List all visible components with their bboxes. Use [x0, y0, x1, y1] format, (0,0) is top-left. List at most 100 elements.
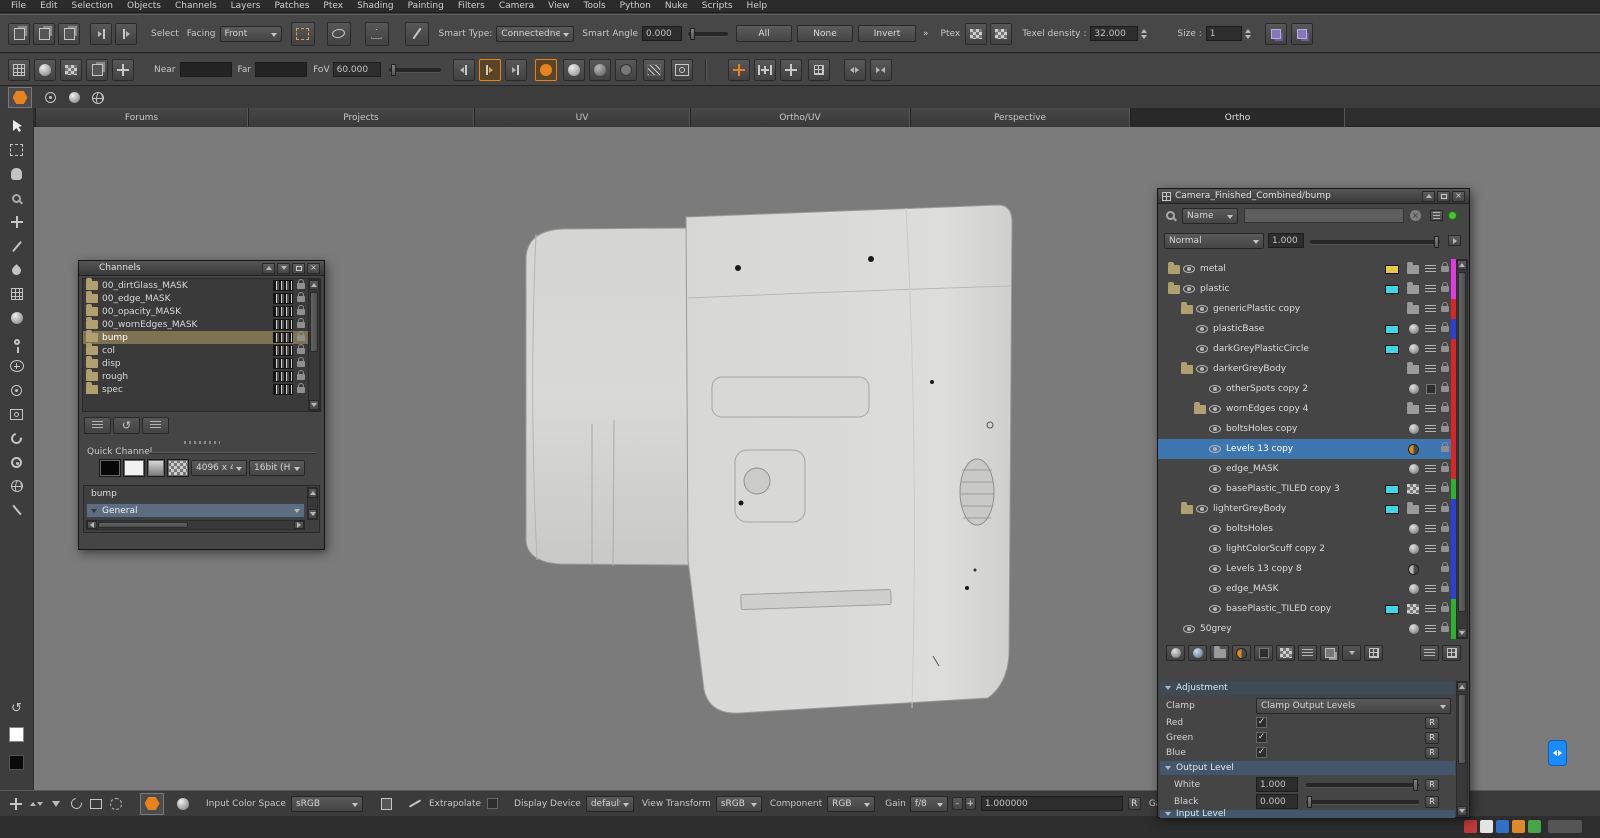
flatten-icon[interactable]: [1342, 645, 1361, 661]
layers-panel-titlebar[interactable]: Camera_Finished_Combined/bump ×: [1158, 189, 1469, 204]
environment-globe-icon[interactable]: [86, 86, 110, 110]
select-all-button[interactable]: All: [736, 25, 792, 42]
menu-channels[interactable]: Channels: [168, 1, 224, 11]
masking-hatch-icon[interactable]: [642, 58, 665, 81]
facing-dropdown[interactable]: Front: [219, 25, 282, 42]
layer-row[interactable]: lighterGreyBody: [1158, 499, 1457, 519]
layer-color-swatch[interactable]: [1385, 504, 1399, 514]
paste-uv-icon[interactable]: [1290, 22, 1313, 45]
pages-icon[interactable]: [86, 58, 108, 81]
layer-row[interactable]: otherSpots copy 2: [1158, 379, 1457, 399]
uv-view-icon[interactable]: [8, 58, 30, 81]
layer-visibility-icon[interactable]: [1209, 585, 1221, 593]
slice-tool-icon[interactable]: [0, 234, 34, 258]
grid-view-icon[interactable]: [1442, 645, 1461, 661]
near-field[interactable]: [179, 62, 232, 77]
group-folder-icon[interactable]: [1168, 261, 1180, 274]
list-icon[interactable]: [1425, 424, 1436, 434]
checker-pattern-swatch[interactable]: [167, 459, 189, 477]
layer-visibility-icon[interactable]: [1183, 625, 1195, 633]
layer-visibility-icon[interactable]: [1209, 565, 1221, 573]
pin-tool-icon[interactable]: [0, 330, 34, 354]
page-icon[interactable]: [377, 792, 397, 816]
add-group-icon[interactable]: [1210, 645, 1229, 661]
channel-row[interactable]: spec: [83, 382, 308, 396]
active-project-icon[interactable]: [8, 87, 32, 108]
clone-stamp-icon[interactable]: [670, 58, 693, 81]
menu-tools[interactable]: Tools: [577, 1, 613, 11]
channel-row[interactable]: disp: [83, 356, 308, 370]
view-transform-dropdown[interactable]: sRGB: [715, 795, 762, 812]
white-color-swatch[interactable]: [123, 459, 145, 477]
layer-visibility-icon[interactable]: [1209, 405, 1221, 413]
add-procedural-layer-icon[interactable]: [1188, 645, 1207, 661]
white-field[interactable]: 1.000: [1256, 777, 1298, 792]
list-icon[interactable]: [1425, 524, 1436, 534]
menu-edit[interactable]: Edit: [33, 1, 64, 11]
lock-icon[interactable]: [1441, 282, 1449, 292]
group-folder-icon[interactable]: [1181, 361, 1193, 374]
list-icon[interactable]: [1425, 504, 1436, 514]
list-icon[interactable]: [1425, 304, 1436, 314]
tray-app-icon[interactable]: [1528, 820, 1541, 833]
merge-layers-icon[interactable]: [1298, 645, 1317, 661]
resolution-dropdown[interactable]: 4096 x 40: [191, 460, 247, 476]
channel-row[interactable]: 00_dirtGlass_MASK: [83, 278, 308, 292]
layer-row-selected[interactable]: Levels 13 copy: [1158, 439, 1457, 459]
layer-row[interactable]: plasticBase: [1158, 319, 1457, 339]
layer-color-swatch[interactable]: [1385, 264, 1399, 274]
channels-panel-titlebar[interactable]: Channels ×: [79, 261, 324, 276]
duplicate-layer-icon[interactable]: [1320, 645, 1339, 661]
list-icon[interactable]: [1425, 584, 1436, 594]
clear-search-icon[interactable]: ×: [1410, 210, 1421, 221]
red-checkbox[interactable]: ✓: [1256, 717, 1267, 728]
layer-visibility-icon[interactable]: [1209, 485, 1221, 493]
mirror-off-icon[interactable]: [478, 58, 501, 81]
spiral-tool-icon[interactable]: [0, 426, 34, 450]
channel-row[interactable]: rough: [83, 369, 308, 383]
gain-reset-button[interactable]: R: [1127, 797, 1141, 810]
layer-row[interactable]: edge_MASK: [1158, 579, 1457, 599]
add-point-tool-icon[interactable]: [0, 354, 34, 378]
eyedropper-tool-icon[interactable]: [0, 498, 34, 522]
zoom-region-tool-icon[interactable]: [0, 402, 34, 426]
size-field[interactable]: 1: [1205, 26, 1242, 41]
lock-icon[interactable]: [1441, 402, 1449, 412]
adjustment-section-header[interactable]: Adjustment: [1160, 681, 1455, 695]
pan-view-icon[interactable]: [26, 792, 46, 816]
symmetry-center-icon[interactable]: [727, 58, 750, 81]
list-icon[interactable]: [1425, 344, 1436, 354]
panel-close-icon[interactable]: ×: [307, 262, 320, 274]
group-folder-icon[interactable]: [1181, 301, 1193, 314]
red-reset-button[interactable]: R: [1425, 716, 1439, 729]
sphere-tool-icon[interactable]: [0, 306, 34, 330]
curve-icon[interactable]: [405, 792, 425, 816]
layer-visibility-icon[interactable]: [1209, 465, 1221, 473]
list-icon[interactable]: [1425, 604, 1436, 614]
layer-visibility-icon[interactable]: [1196, 325, 1208, 333]
layer-row[interactable]: darkerGreyBody: [1158, 359, 1457, 379]
marquee-select-icon[interactable]: [290, 21, 315, 46]
add-channel-icon[interactable]: [84, 417, 111, 434]
output-level-header[interactable]: Output Level: [1160, 761, 1455, 775]
paint-brush-icon[interactable]: [404, 21, 429, 46]
lock-icon[interactable]: [1441, 322, 1449, 332]
layer-visibility-icon[interactable]: [1209, 425, 1221, 433]
bit-depth-dropdown[interactable]: 16bit (H: [249, 460, 305, 476]
add-tiled-icon[interactable]: [1276, 645, 1295, 661]
component-dropdown[interactable]: RGB: [827, 795, 876, 812]
zoom-tool-icon[interactable]: [0, 186, 34, 210]
list-icon[interactable]: [1425, 624, 1436, 634]
channel-list-scrollbar[interactable]: [308, 279, 320, 411]
texel-density-spinner[interactable]: [1141, 28, 1148, 39]
blend-mode-dropdown[interactable]: Normal: [1164, 233, 1264, 249]
panel-collapse-icon[interactable]: [262, 262, 275, 274]
paint-through-icon[interactable]: [112, 58, 134, 81]
menu-help[interactable]: Help: [740, 1, 775, 11]
lighting-sphere-icon[interactable]: [62, 86, 86, 110]
rotate-view-icon[interactable]: [66, 792, 86, 816]
channel-row[interactable]: col: [83, 343, 308, 357]
polygon-select-icon[interactable]: [364, 21, 389, 46]
toolbar-overflow-chevron[interactable]: »: [923, 29, 929, 39]
mask-thumbnail-icon[interactable]: [1426, 384, 1436, 394]
